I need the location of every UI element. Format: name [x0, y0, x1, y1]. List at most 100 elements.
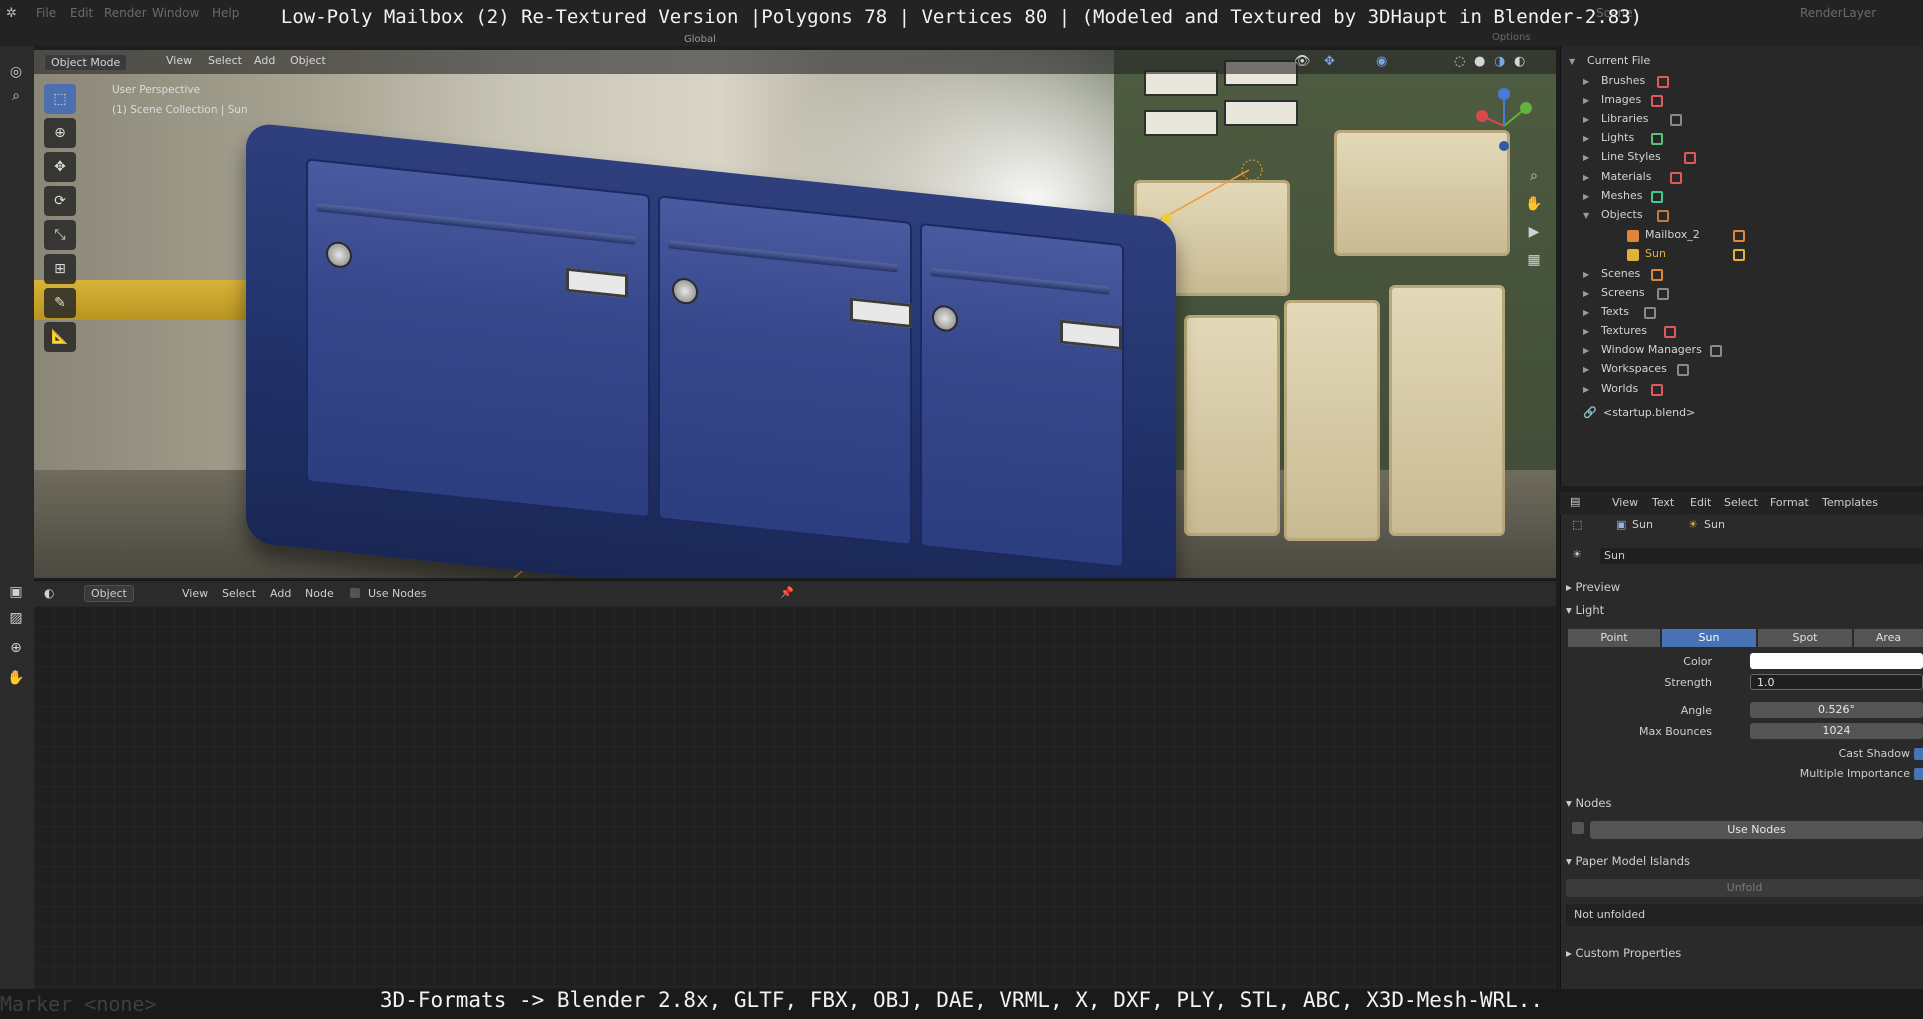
pan-hand-icon[interactable]: ✋ — [1524, 196, 1544, 216]
light-type-spot[interactable]: Spot — [1758, 629, 1852, 647]
measure-tool-icon[interactable]: 📐 — [44, 322, 76, 352]
mode-dropdown[interactable]: Object Mode — [44, 54, 128, 71]
strength-field[interactable]: 1.0 — [1750, 674, 1923, 690]
expand-arrow-icon[interactable]: ▶ — [1583, 327, 1589, 336]
panel-light[interactable]: ▾ Light — [1566, 603, 1604, 617]
rotate-tool-icon[interactable]: ⟳ — [44, 186, 76, 216]
name-tag — [850, 297, 912, 328]
viewport-menu-select[interactable]: Select — [208, 54, 242, 67]
move-tool-icon[interactable]: ✥ — [44, 152, 76, 182]
text-menu-text[interactable]: Text — [1652, 496, 1674, 509]
expand-arrow-icon[interactable]: ▶ — [1583, 115, 1589, 124]
pin-icon[interactable]: 📌 — [780, 586, 794, 599]
expand-arrow-icon[interactable]: ▶ — [1583, 77, 1589, 86]
scale-tool-icon[interactable]: ⤡ — [44, 220, 76, 250]
editor-type-icon[interactable]: ◐ — [44, 586, 54, 600]
node-menu-node[interactable]: Node — [305, 587, 334, 600]
shading-render-icon[interactable]: ◐ — [1514, 54, 1525, 69]
expand-arrow-icon[interactable]: ▼ — [1583, 211, 1589, 220]
angle-field[interactable]: 0.526° — [1750, 702, 1923, 718]
expand-arrow-icon[interactable]: ▶ — [1583, 96, 1589, 105]
cast-shadow-checkbox[interactable] — [1914, 748, 1923, 760]
light-type-point[interactable]: Point — [1568, 629, 1660, 647]
expand-arrow-icon[interactable]: ▶ — [1583, 289, 1589, 298]
grid-icon[interactable]: ▦ — [1524, 252, 1544, 272]
options-menu[interactable]: Options — [1492, 32, 1531, 43]
gizmo-toggle-icon[interactable]: ✥ — [1324, 54, 1335, 69]
color-swatch[interactable] — [1750, 653, 1923, 669]
expand-arrow-icon[interactable]: ▶ — [1583, 173, 1589, 182]
datablock-icon — [1650, 384, 1663, 396]
orientation-dropdown[interactable]: Global — [684, 34, 716, 45]
shading-wire-icon[interactable]: ◌ — [1454, 54, 1465, 69]
shading-solid-icon[interactable]: ● — [1474, 54, 1485, 69]
shader-type-dropdown[interactable]: Object — [84, 585, 134, 602]
multiple-importance-label: Multiple Importance — [1799, 767, 1910, 780]
expand-arrow-icon[interactable]: ▼ — [1569, 57, 1575, 66]
link-icon: 🔗 — [1583, 406, 1597, 419]
name-tag — [1060, 319, 1122, 351]
navigation-gizmo[interactable] — [1464, 86, 1544, 166]
text-menu-edit[interactable]: Edit — [1690, 496, 1711, 509]
datablock-icon — [1650, 191, 1663, 203]
text-menu-select[interactable]: Select — [1724, 496, 1758, 509]
expand-arrow-icon[interactable]: ▶ — [1583, 153, 1589, 162]
view-icon[interactable]: ◎ — [6, 64, 26, 84]
image-icon[interactable]: ▣ — [6, 584, 26, 604]
3d-viewport[interactable]: ⌕ ✋ ▶ ▦ — [34, 50, 1556, 578]
expand-arrow-icon[interactable]: ▶ — [1583, 365, 1589, 374]
panel-paper-model[interactable]: ▾ Paper Model Islands — [1566, 854, 1690, 868]
viewport-menu-add[interactable]: Add — [254, 54, 275, 67]
text-menu-templates[interactable]: Templates — [1822, 496, 1878, 509]
datablock-name-field[interactable]: Sun — [1600, 548, 1923, 564]
unfold-button[interactable]: Unfold — [1566, 879, 1923, 897]
expand-arrow-icon[interactable]: ▶ — [1583, 134, 1589, 143]
node-menu-view[interactable]: View — [182, 587, 208, 600]
viewport-menu-object[interactable]: Object — [290, 54, 326, 67]
use-nodes-label: Use Nodes — [368, 587, 427, 600]
expand-arrow-icon[interactable]: ▶ — [1583, 308, 1589, 317]
expand-arrow-icon[interactable]: ▶ — [1583, 270, 1589, 279]
light-type-area[interactable]: Area — [1854, 629, 1923, 647]
datablock-icon — [1657, 288, 1670, 300]
datablock-icon — [1670, 172, 1683, 184]
text-menu-format[interactable]: Format — [1770, 496, 1809, 509]
panel-nodes[interactable]: ▾ Nodes — [1566, 796, 1611, 810]
outliner-item-label: Meshes — [1601, 189, 1643, 202]
zoom-icon[interactable]: ⊕ — [6, 640, 26, 660]
outliner-item-label: Libraries — [1601, 112, 1649, 125]
select-box-tool-icon[interactable]: ⬚ — [44, 84, 76, 114]
viewport-menu-view[interactable]: View — [166, 54, 192, 67]
use-nodes-checkbox[interactable] — [350, 588, 360, 598]
transform-tool-icon[interactable]: ⊞ — [44, 254, 76, 284]
nodes-icon — [1572, 822, 1584, 834]
expand-arrow-icon[interactable]: ▶ — [1583, 346, 1589, 355]
multiple-importance-checkbox[interactable] — [1914, 768, 1923, 780]
hand-icon[interactable]: ✋ — [6, 670, 26, 690]
text-menu-view[interactable]: View — [1612, 496, 1638, 509]
visibility-icon[interactable]: 👁 — [1294, 54, 1311, 69]
max-bounces-field[interactable]: 1024 — [1750, 723, 1923, 739]
name-tag — [566, 267, 628, 299]
zoom-icon[interactable]: ⌕ — [1524, 168, 1544, 188]
outliner: ▼ Current File ▶ Brushes ▶ Images ▶ Libraries… — [1560, 46, 1923, 486]
light-type-sun[interactable]: Sun — [1662, 629, 1756, 647]
node-menu-select[interactable]: Select — [222, 587, 256, 600]
editor-type-icon[interactable]: ▤ — [1570, 495, 1580, 508]
properties-tab-icon[interactable]: ⬚ — [1572, 518, 1582, 531]
expand-arrow-icon[interactable]: ▶ — [1583, 192, 1589, 201]
search-icon[interactable]: ⌕ — [6, 88, 26, 108]
camera-icon[interactable]: ▶ — [1524, 224, 1544, 244]
panel-custom-properties[interactable]: ▸ Custom Properties — [1566, 946, 1681, 960]
datablock-icon — [1733, 249, 1745, 261]
shading-material-icon[interactable]: ◑ — [1494, 54, 1505, 69]
expand-arrow-icon[interactable]: ▶ — [1583, 385, 1589, 394]
annotate-tool-icon[interactable]: ✎ — [44, 288, 76, 318]
node-editor-canvas[interactable] — [34, 606, 1556, 989]
node-menu-add[interactable]: Add — [270, 587, 291, 600]
use-nodes-button[interactable]: Use Nodes — [1590, 821, 1923, 839]
image-icon-2[interactable]: ▨ — [6, 610, 26, 630]
cursor-tool-icon[interactable]: ⊕ — [44, 118, 76, 148]
panel-preview[interactable]: ▸ Preview — [1566, 580, 1620, 594]
overlay-toggle-icon[interactable]: ◉ — [1376, 54, 1387, 69]
